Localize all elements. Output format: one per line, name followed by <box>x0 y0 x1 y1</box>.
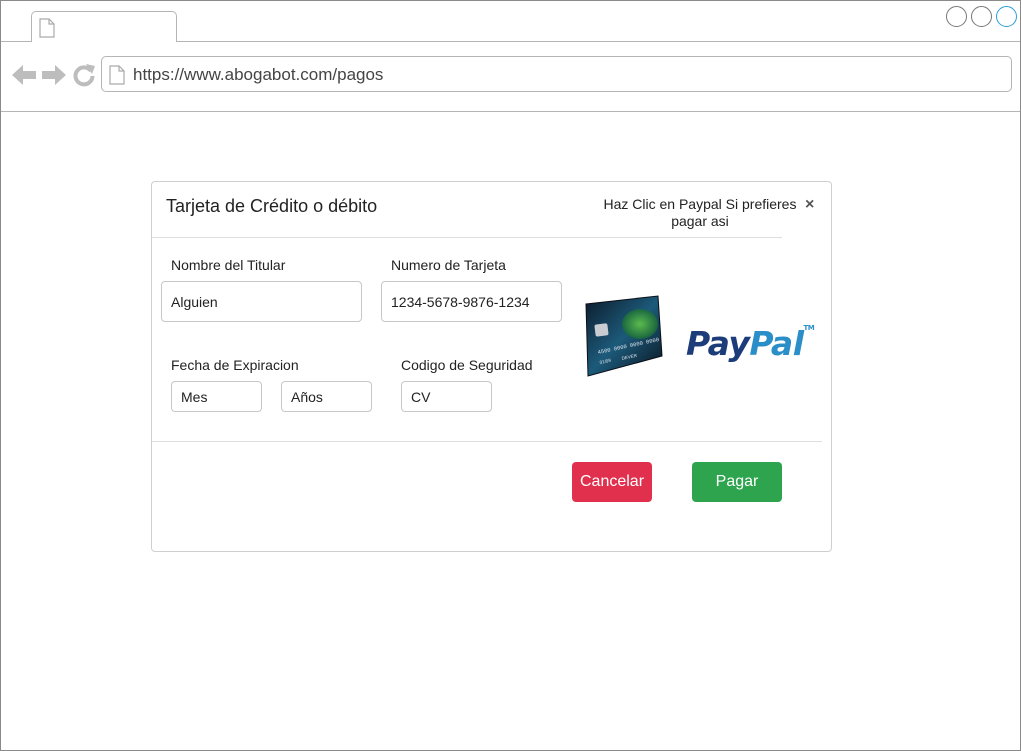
expiration-year-input[interactable] <box>281 381 372 412</box>
browser-window: https://www.abogabot.com/pagos Tarjeta d… <box>0 0 1021 751</box>
address-bar[interactable]: https://www.abogabot.com/pagos <box>101 56 1012 92</box>
payment-dialog: Tarjeta de Crédito o débito Haz Clic en … <box>151 181 832 552</box>
paypal-logo-pal: Pal <box>749 324 804 363</box>
paypal-hint: Haz Clic en Paypal Si prefieres pagar as… <box>603 196 797 229</box>
close-window-button[interactable] <box>996 6 1017 27</box>
maximize-button[interactable] <box>971 6 992 27</box>
dialog-title: Tarjeta de Crédito o débito <box>166 196 378 216</box>
browser-tab[interactable] <box>31 11 177 42</box>
security-code-label: Codigo de Seguridad <box>401 357 533 373</box>
back-arrow-icon[interactable] <box>11 63 37 87</box>
security-code-input[interactable] <box>401 381 492 412</box>
footer-divider <box>152 441 822 442</box>
reload-icon[interactable] <box>72 63 96 87</box>
paypal-logo-trademark: TM <box>803 324 815 332</box>
cancel-button[interactable]: Cancelar <box>572 462 652 502</box>
minimize-button[interactable] <box>946 6 967 27</box>
url-text: https://www.abogabot.com/pagos <box>133 65 384 84</box>
paypal-logo-pay: Pay <box>686 324 750 363</box>
card-number-input[interactable] <box>381 281 562 322</box>
header-divider <box>152 237 782 238</box>
page-icon <box>39 18 55 38</box>
close-dialog-button[interactable]: × <box>805 196 814 214</box>
card-number-label: Numero de Tarjeta <box>391 257 506 273</box>
expiration-month-input[interactable] <box>171 381 262 412</box>
page-icon <box>109 65 125 85</box>
paypal-logo-button[interactable]: PayPalTM <box>686 324 815 363</box>
pay-button[interactable]: Pagar <box>692 462 782 502</box>
credit-card-image: 4500 0000 0000 0000 01/09 DEVER <box>585 295 663 377</box>
holder-name-label: Nombre del Titular <box>171 257 286 273</box>
holder-name-input[interactable] <box>161 281 362 322</box>
expiration-label: Fecha de Expiracion <box>171 357 299 373</box>
toolbar-divider <box>1 111 1020 112</box>
forward-arrow-icon[interactable] <box>41 63 67 87</box>
